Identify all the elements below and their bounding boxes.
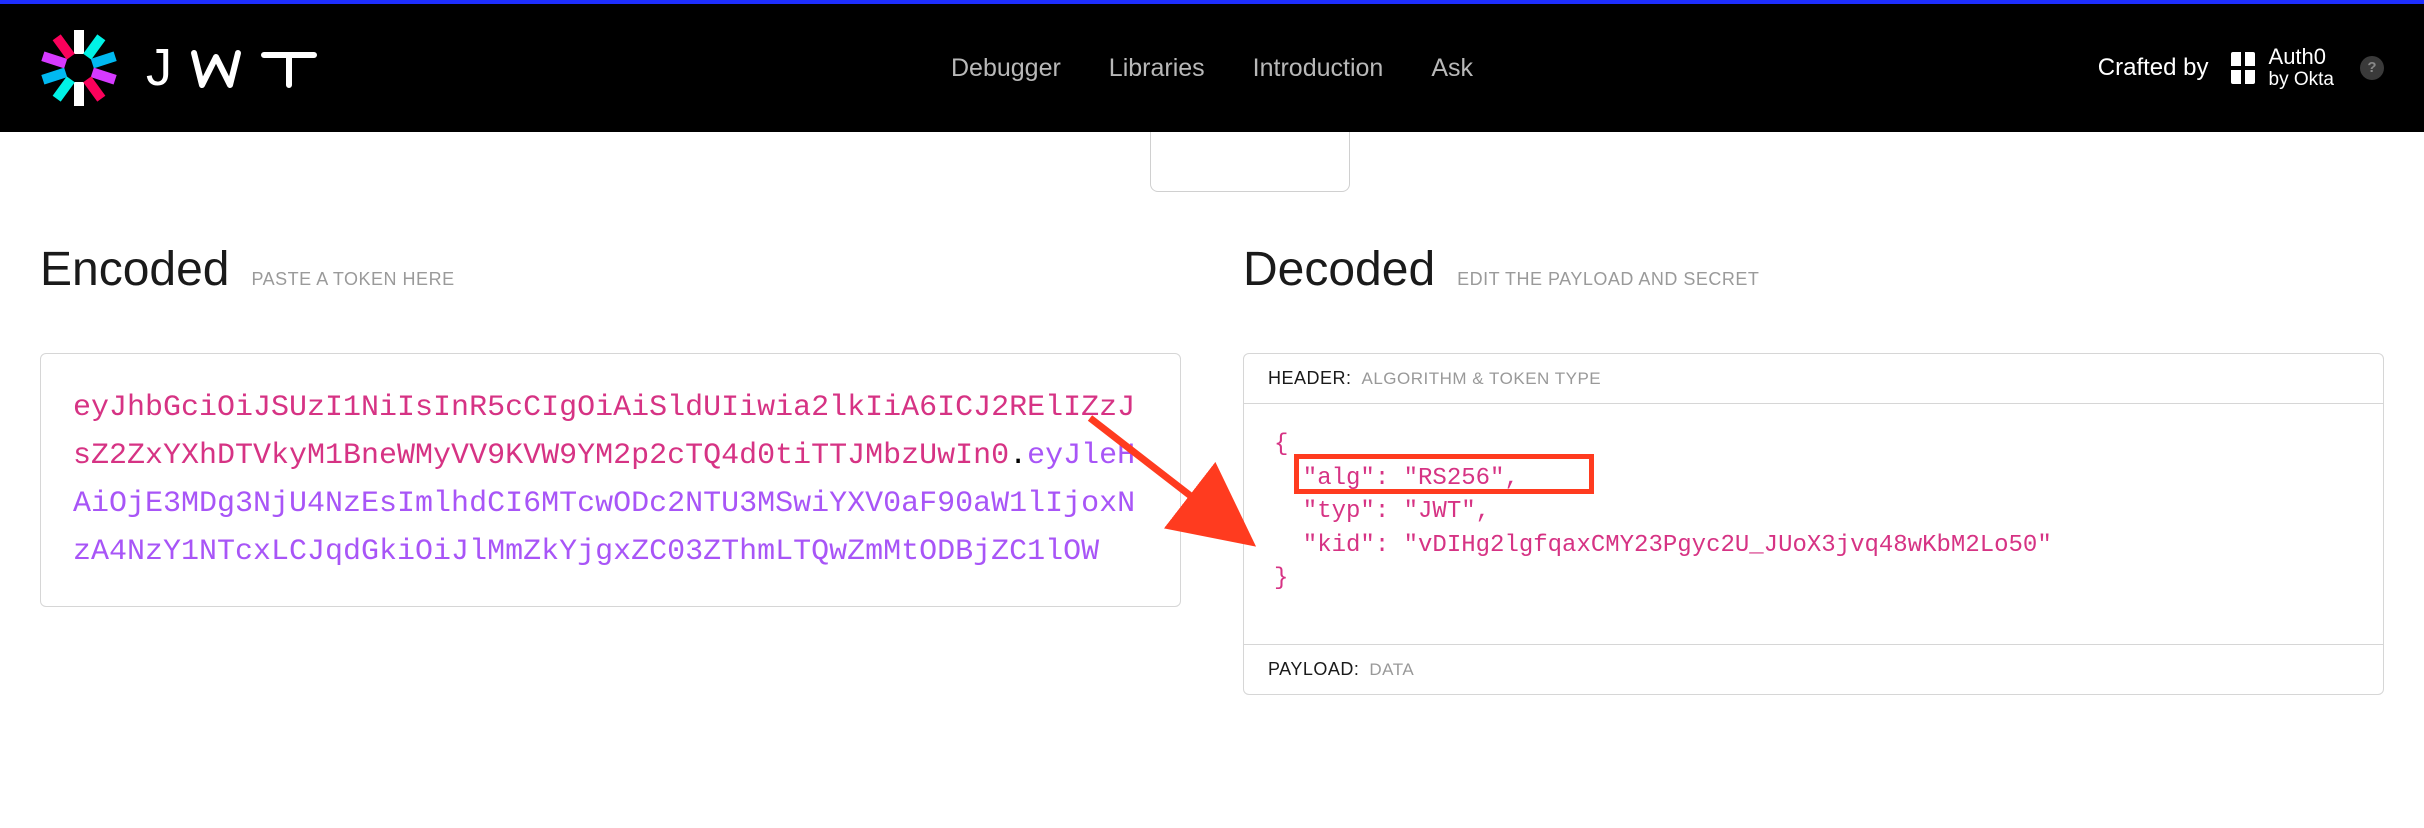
auth0-sub-label: by Okta xyxy=(2269,70,2334,91)
annotation-highlight-box xyxy=(1294,454,1594,494)
encoded-column: Encoded PASTE A TOKEN HERE eyJhbGciOiJSU… xyxy=(40,242,1181,695)
algorithm-dropdown[interactable] xyxy=(1150,132,1350,192)
decoded-subtitle: EDIT THE PAYLOAD AND SECRET xyxy=(1457,269,1759,290)
jwt-logo-icon xyxy=(40,29,118,107)
payload-sublabel: DATA xyxy=(1369,660,1414,680)
decoded-title-row: Decoded EDIT THE PAYLOAD AND SECRET xyxy=(1243,242,2384,297)
header-section-label: HEADER: ALGORITHM & TOKEN TYPE xyxy=(1244,354,2383,404)
decoded-heading: Decoded xyxy=(1243,242,1435,297)
json-kid-line: "kid": "vDIHg2lgfqaxCMY23Pgyc2U_JUoX3jvq… xyxy=(1274,529,2353,563)
nav-libraries[interactable]: Libraries xyxy=(1109,54,1205,83)
navbar: JWT J Debugger Libraries Introduction As… xyxy=(0,4,2424,132)
nav-brand[interactable]: JWT J xyxy=(40,29,322,107)
nav-ask[interactable]: Ask xyxy=(1431,54,1473,83)
header-json-editor[interactable]: { "alg": "RS256", "typ": "JWT", "kid": "… xyxy=(1244,404,2383,644)
decoded-column: Decoded EDIT THE PAYLOAD AND SECRET HEAD… xyxy=(1243,242,2384,695)
decoded-box: HEADER: ALGORITHM & TOKEN TYPE { "alg": … xyxy=(1243,353,2384,695)
nav-debugger[interactable]: Debugger xyxy=(951,54,1061,83)
token-header-segment: eyJhbGciOiJSUzI1NiIsInR5cCIgOiAiSldUIiwi… xyxy=(73,391,1135,473)
encoded-heading: Encoded xyxy=(40,242,230,297)
json-close-brace: } xyxy=(1274,562,2353,596)
crafted-by-label: Crafted by xyxy=(2098,54,2209,82)
nav-links: Debugger Libraries Introduction Ask xyxy=(951,54,1473,83)
payload-label: PAYLOAD: xyxy=(1268,659,1359,680)
auth0-text: Auth0 by Okta xyxy=(2269,45,2334,90)
encoded-subtitle: PASTE A TOKEN HERE xyxy=(252,269,455,290)
header-label: HEADER: xyxy=(1268,368,1352,389)
payload-section-label: PAYLOAD: DATA xyxy=(1244,644,2383,694)
nav-introduction[interactable]: Introduction xyxy=(1253,54,1384,83)
svg-text:J: J xyxy=(146,43,178,93)
main-content: Encoded PASTE A TOKEN HERE eyJhbGciOiJSU… xyxy=(0,132,2424,695)
jwt-wordmark: JWT J xyxy=(146,43,322,93)
json-typ-line: "typ": "JWT", xyxy=(1274,495,2353,529)
token-separator-dot: . xyxy=(1009,439,1027,473)
auth0-logo[interactable]: Auth0 by Okta xyxy=(2227,45,2334,90)
header-sublabel: ALGORITHM & TOKEN TYPE xyxy=(1362,369,1602,389)
help-icon[interactable]: ? xyxy=(2360,56,2384,80)
nav-right: Crafted by Auth0 by Okta ? xyxy=(2098,45,2384,90)
encoded-token-input[interactable]: eyJhbGciOiJSUzI1NiIsInR5cCIgOiAiSldUIiwi… xyxy=(40,353,1181,607)
auth0-shield-icon xyxy=(2227,50,2259,86)
encoded-title-row: Encoded PASTE A TOKEN HERE xyxy=(40,242,1181,297)
auth0-main-label: Auth0 xyxy=(2269,45,2334,69)
